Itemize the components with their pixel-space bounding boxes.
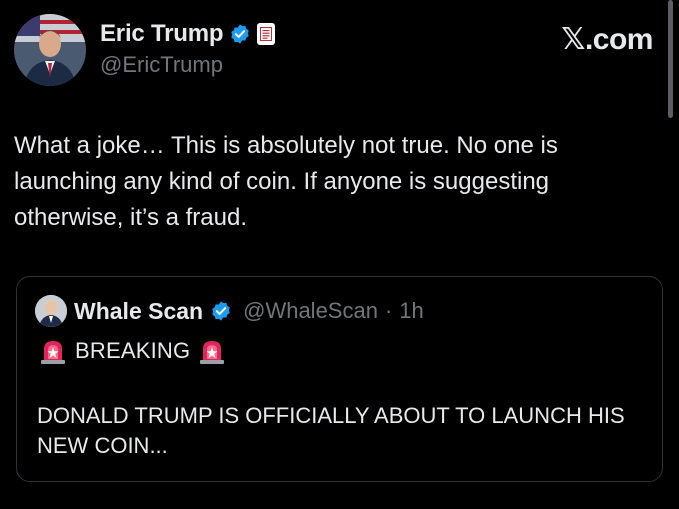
quoted-tweet-text: DONALD TRUMP IS OFFICIALLY ABOUT TO LAUN… [37,403,625,458]
police-siren-icon [198,337,226,365]
author-names: Eric Trump @EricTrump [100,20,276,78]
separator-dot: · [384,298,393,323]
tweet-text: What a joke… This is absolutely not true… [14,132,558,231]
x-com-logo: 𝕏.com [561,23,653,56]
quoted-handle[interactable]: @WhaleScan [243,298,378,324]
police-siren-icon [39,337,67,365]
author-handle[interactable]: @EricTrump [100,52,275,78]
breaking-row: BREAKING [39,337,226,365]
breaking-label: BREAKING [75,338,191,363]
author-display-name[interactable]: Eric Trump [100,20,224,48]
quoted-tweet-header: Whale Scan @WhaleScan · 1h [35,295,424,327]
author-avatar[interactable] [14,14,86,86]
quoted-author-avatar[interactable] [35,295,67,327]
quoted-tweet-card[interactable]: Whale Scan @WhaleScan · 1h BREAKING DONA… [16,276,663,482]
name-row: Eric Trump [100,20,276,48]
verified-badge-icon [229,23,251,45]
tweet-header: Eric Trump @EricTrump 𝕏.com [14,14,659,88]
quoted-timestamp[interactable]: 1h [399,298,423,324]
affiliation-badge-icon[interactable] [257,23,276,45]
verified-badge-icon [210,300,232,322]
scrollbar[interactable] [668,0,673,118]
quoted-display-name[interactable]: Whale Scan [74,298,203,325]
